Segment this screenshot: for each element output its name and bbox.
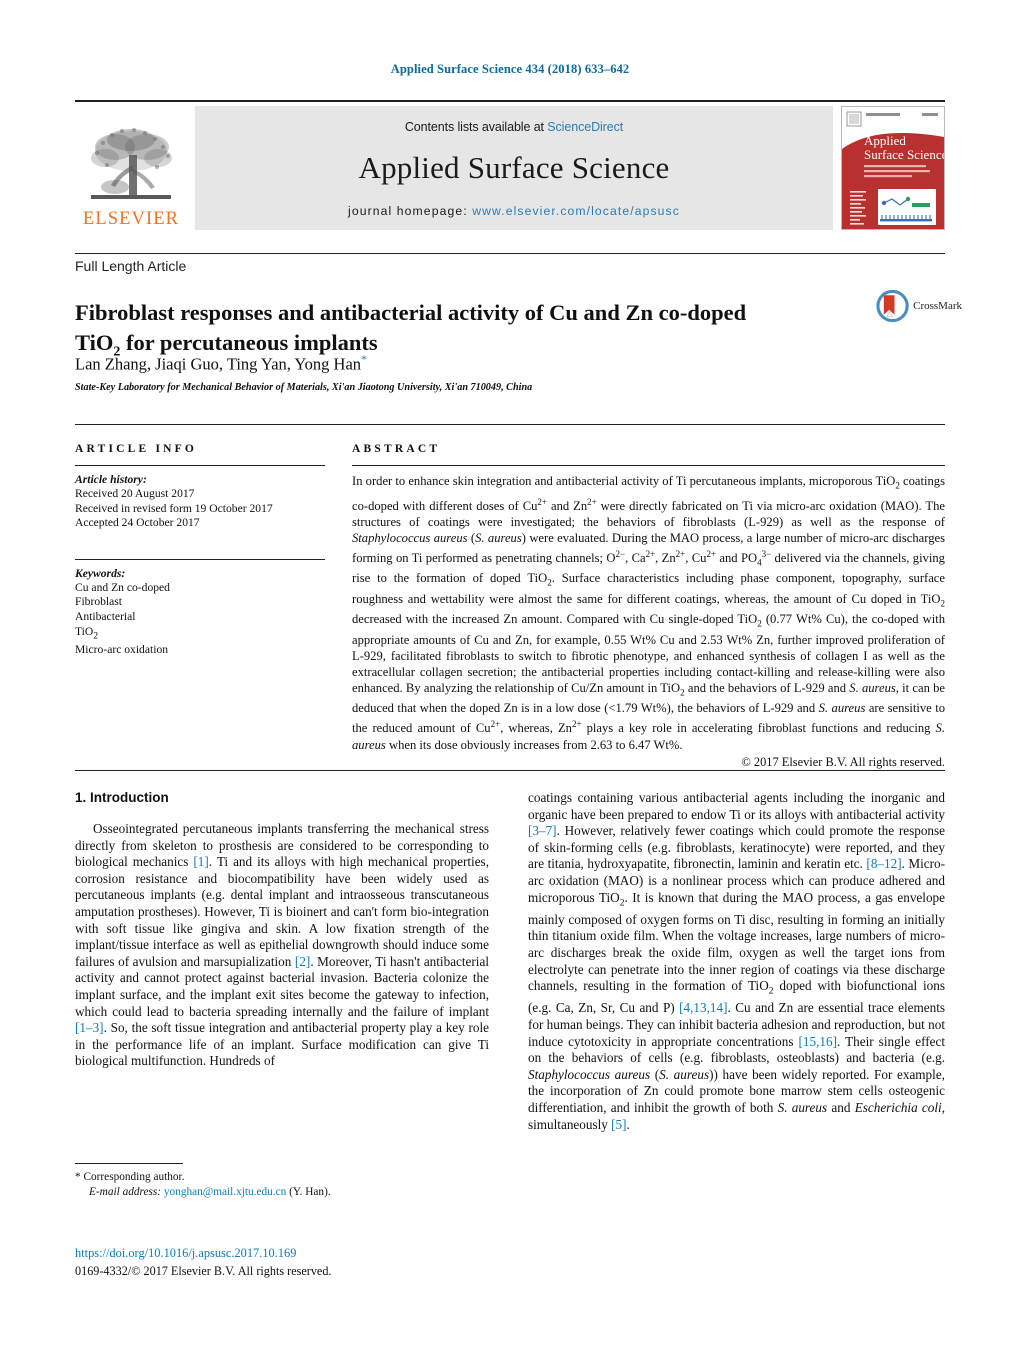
crossmark-icon [876,289,909,323]
article-history-accepted: Accepted 24 October 2017 [75,516,200,530]
article-history-revised: Received in revised form 19 October 2017 [75,501,273,515]
corresponding-author-note: * Corresponding author. [75,1171,185,1183]
homepage-prefix: journal homepage: [348,204,473,218]
article-info-column: ARTICLE INFO Article history: Received 2… [75,443,325,658]
journal-article-first-page: Applied Surface Science 434 (2018) 633–6… [0,0,1020,1351]
keyword-tio2-subscript: 2 [93,629,99,641]
abstract-heading: ABSTRACT [352,443,441,455]
svg-text:Applied: Applied [864,133,906,148]
abstract-copyright: © 2017 Elsevier B.V. All rights reserved… [741,754,945,769]
abstract-rule [352,465,945,466]
citation-ref: [1] [193,854,209,870]
keywords-list: Cu and Zn co-doped Fibroblast Antibacter… [75,581,325,658]
cover-art-icon: Applied Surface Science [842,107,944,229]
contents-available-line: Contents lists available at ScienceDirec… [195,106,833,134]
journal-homepage-line: journal homepage: www.elsevier.com/locat… [195,204,833,218]
doi-link[interactable]: https://doi.org/10.1016/j.apsusc.2017.10… [75,1246,296,1261]
contents-prefix: Contents lists available at [404,120,548,134]
email-suffix: (Y. Han). [286,1185,331,1198]
intro-paragraph-right: coatings containing various antibacteria… [528,790,945,1132]
title-line-1: Fibroblast responses and antibacterial a… [75,300,747,326]
keyword-item: Micro-arc oxidation [75,643,169,657]
body-column-left: 1. Introduction Osseointegrated percutan… [75,790,489,1070]
email-label: E-mail address: [89,1185,162,1198]
article-type-label: Full Length Article [75,258,187,274]
section-heading-introduction: 1. Introduction [75,790,169,805]
citation-ref: [15,16] [798,1033,837,1049]
crossmark-badge[interactable]: CrossMark [876,286,962,326]
body-column-right: coatings containing various antibacteria… [528,790,945,1133]
abstract-column: ABSTRACT In order to enhance skin integr… [352,443,945,770]
journal-cover-thumbnail: Applied Surface Science [841,106,945,230]
email-note: E-mail address: yonghan@mail.xjtu.edu.cn… [75,1185,489,1200]
sciencedirect-link[interactable]: ScienceDirect [547,120,623,134]
journal-masthead: ELSEVIER Contents lists available at Sci… [75,100,945,230]
journal-title: Applied Surface Science [358,150,670,185]
elsevier-wordmark: ELSEVIER [82,208,180,229]
article-history-label: Article history: [75,473,147,486]
author-names: Lan Zhang, Jiaqi Guo, Ting Yan, Yong Han [75,354,362,374]
keyword-item: Fibroblast [75,595,123,609]
citation-ref: [3–7] [528,823,557,839]
elsevier-tree-icon [91,127,172,199]
article-info-heading: ARTICLE INFO [75,443,198,455]
issn-copyright-line: 0169-4332/© 2017 Elsevier B.V. All right… [75,1264,332,1278]
corresponding-author-marker: * [361,352,368,366]
article-info-rule [75,465,325,466]
citation-ref: [2] [294,953,311,969]
citation-ref: [4,13,14] [679,1000,728,1016]
citation-ref: [5] [611,1116,627,1132]
footnote-divider [75,1163,183,1164]
email-link[interactable]: yonghan@mail.xjtu.edu.cn [164,1186,286,1198]
svg-text:Surface Science: Surface Science [864,147,944,162]
divider-below-abstract [75,770,945,771]
citation-ref: [1–3] [75,1020,104,1036]
journal-band: Contents lists available at ScienceDirec… [195,106,833,230]
divider-above-article-type [75,253,945,254]
keyword-item: Cu and Zn co-doped [75,580,170,594]
author-list: Lan Zhang, Jiaqi Guo, Ting Yan, Yong Han… [75,352,835,375]
crossmark-label: CrossMark [913,300,962,312]
intro-paragraph-left: Osseointegrated percutaneous implants tr… [75,821,489,1069]
keywords-rule [75,558,325,560]
affiliation: State-Key Laboratory for Mechanical Beha… [75,382,533,393]
keyword-item-tio2: TiO2 [75,625,325,644]
journal-homepage-link[interactable]: www.elsevier.com/locate/apsusc [472,204,680,218]
running-head: Applied Surface Science 434 (2018) 633–6… [390,62,630,76]
elsevier-logo: ELSEVIER [75,106,187,230]
citation-ref: [8–12] [866,856,902,872]
keyword-tio2-text: TiO [75,624,94,638]
footnote-block: * Corresponding author. E-mail address: … [75,1170,489,1199]
keyword-item: Antibacterial [75,609,136,623]
abstract-text: In order to enhance skin integration and… [352,474,945,752]
keywords-label: Keywords: [75,566,126,580]
article-history-received: Received 20 August 2017 [75,487,195,500]
divider-above-article-info [75,424,945,425]
